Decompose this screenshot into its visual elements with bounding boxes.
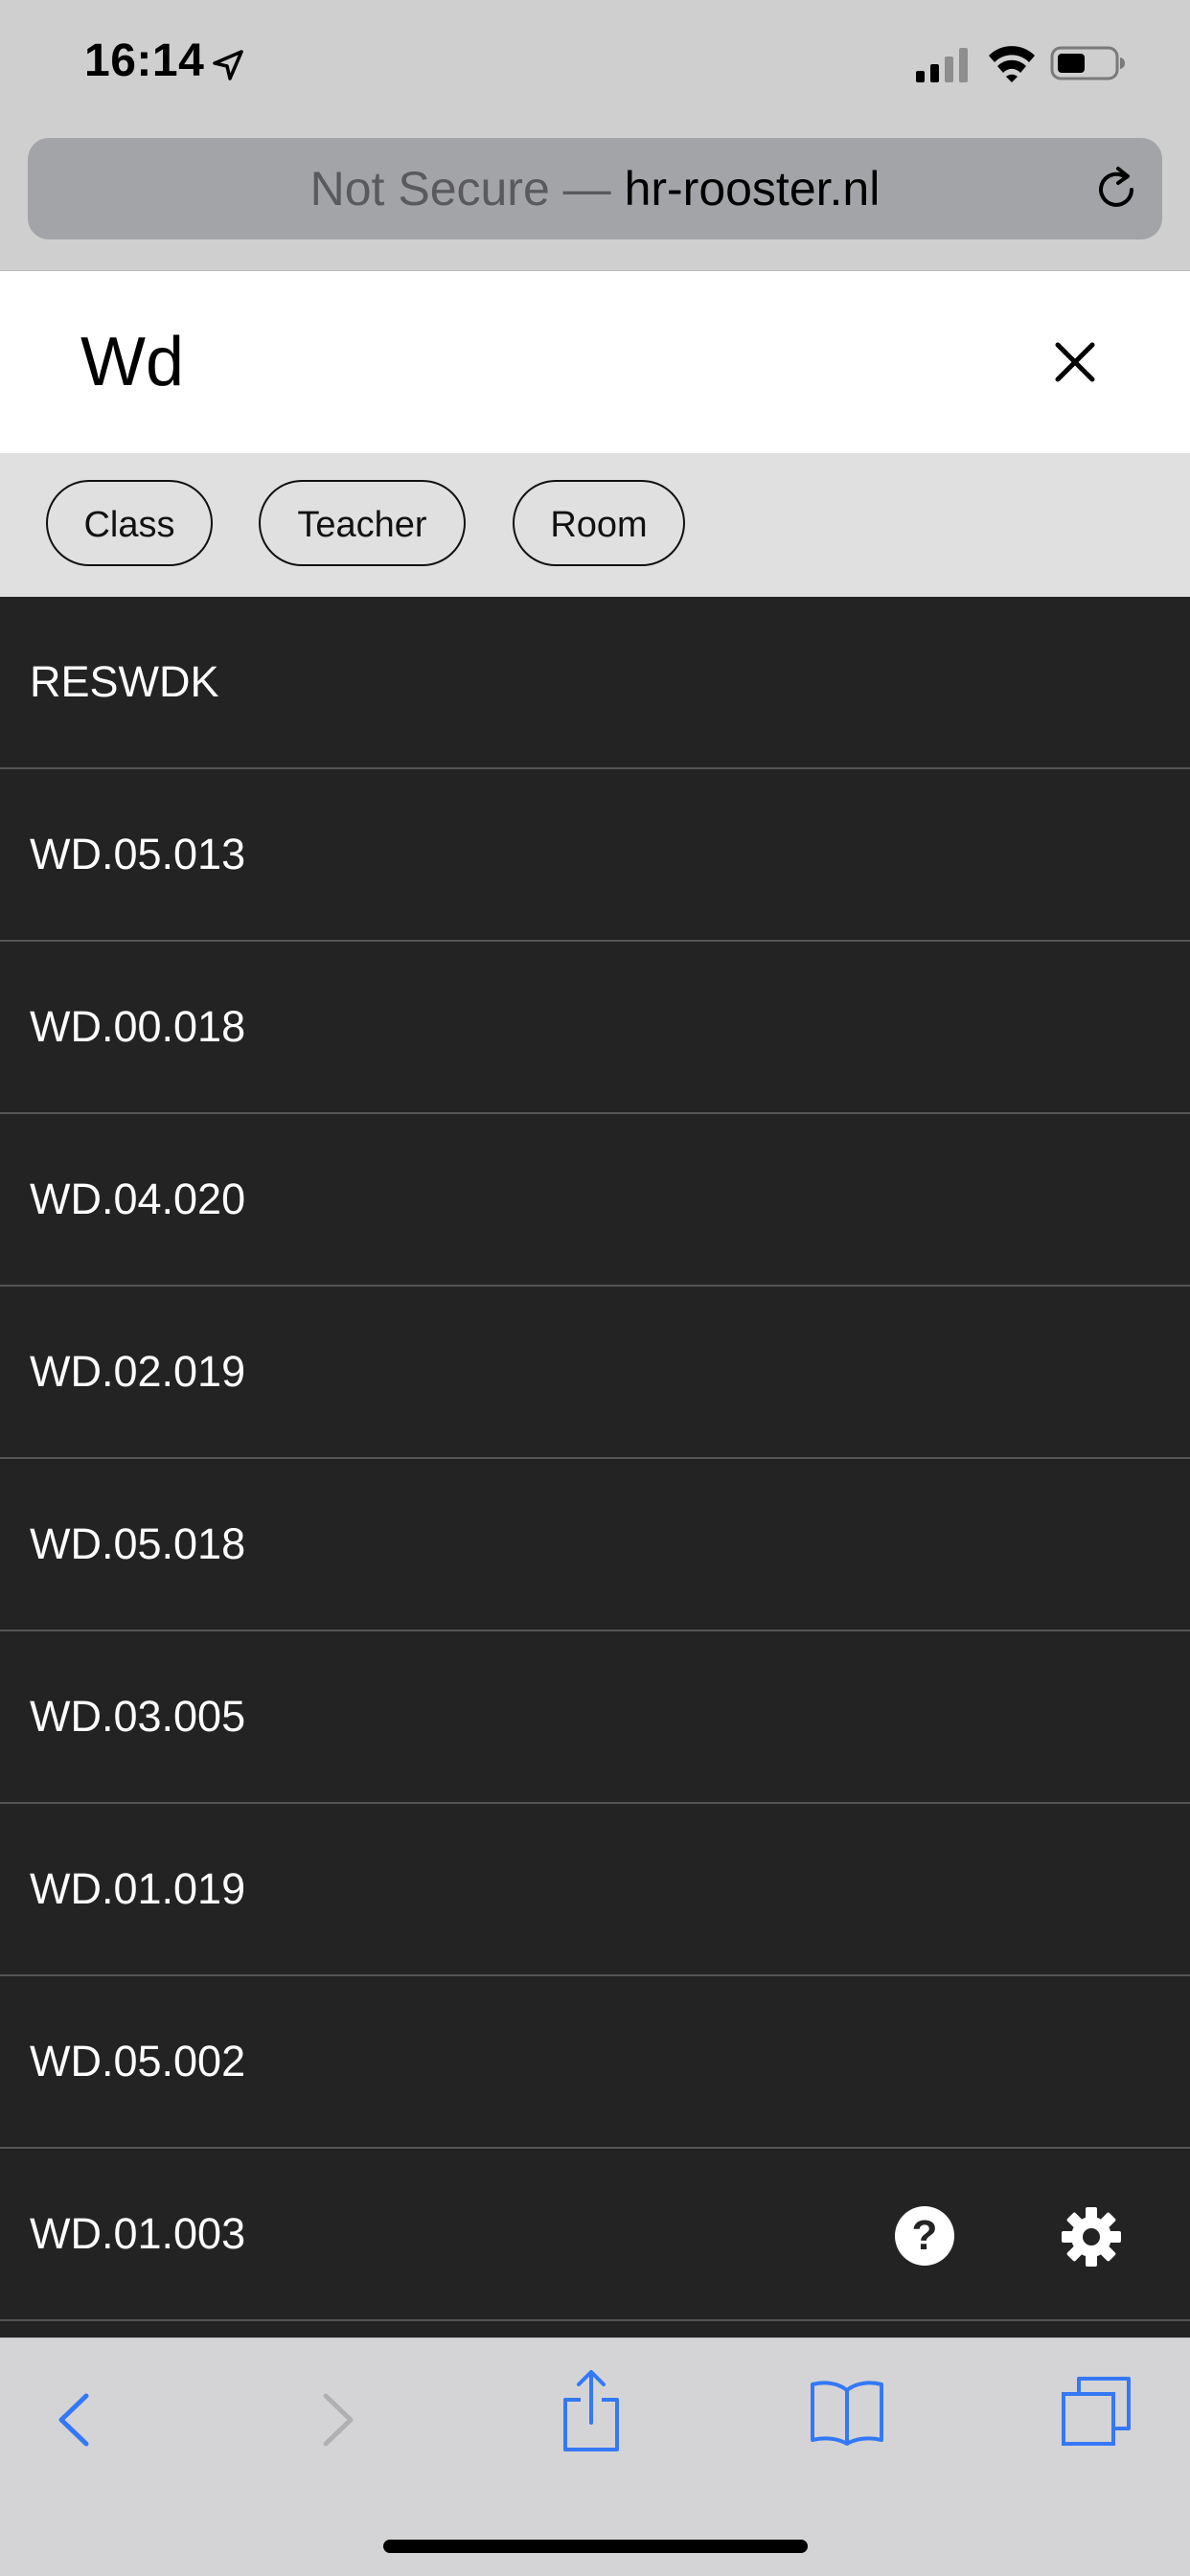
- search-input[interactable]: [80, 309, 943, 415]
- status-bar: 16:14: [0, 0, 1190, 134]
- list-item[interactable]: WD.03.005: [0, 1631, 1190, 1804]
- list-item-label: WD.05.013: [30, 830, 246, 878]
- battery-icon: [1050, 46, 1125, 80]
- list-item[interactable]: WD.05.013: [0, 769, 1190, 942]
- list-item-label: WD.00.018: [30, 1002, 246, 1051]
- list-item[interactable]: WD.00.018: [0, 942, 1190, 1114]
- address-separator: —: [549, 162, 625, 216]
- cellular-signal-icon: [916, 48, 968, 82]
- address-text[interactable]: Not Secure — hr-rooster.nl: [28, 138, 1162, 239]
- help-icon: ?: [911, 2212, 938, 2259]
- browser-toolbar: [0, 2337, 1190, 2576]
- list-item[interactable]: WD.01.003: [0, 2149, 1190, 2321]
- list-item[interactable]: WD.04.020: [0, 1114, 1190, 1287]
- results-list: RESWDK WD.05.013 WD.00.018 WD.04.020 WD.…: [0, 597, 1190, 2337]
- wifi-icon: [989, 46, 1035, 82]
- address-bar[interactable]: Not Secure — hr-rooster.nl: [28, 138, 1162, 239]
- domain-label: hr-rooster.nl: [624, 162, 881, 216]
- filter-chip-class[interactable]: Class: [46, 480, 213, 566]
- forward-icon[interactable]: [314, 2388, 360, 2451]
- gear-icon[interactable]: [1060, 2205, 1123, 2268]
- status-time: 16:14: [84, 35, 205, 86]
- location-arrow-icon: [213, 50, 243, 80]
- list-item-label: WD.05.002: [30, 2037, 246, 2086]
- home-indicator: [383, 2540, 808, 2553]
- search-header: [0, 271, 1190, 453]
- help-button[interactable]: ?: [895, 2206, 954, 2266]
- list-item[interactable]: RESWDK: [0, 597, 1190, 769]
- bookmarks-icon[interactable]: [809, 2377, 885, 2446]
- browser-address-area: Not Secure — hr-rooster.nl: [0, 134, 1190, 271]
- list-item[interactable]: WD.05.002: [0, 1976, 1190, 2149]
- list-item-label: WD.04.020: [30, 1174, 246, 1223]
- list-item-label: WD.03.005: [30, 1692, 246, 1741]
- list-item-label: WD.05.018: [30, 1519, 246, 1568]
- security-label: Not Secure: [309, 162, 550, 216]
- tabs-icon[interactable]: [1058, 2373, 1134, 2450]
- list-item-label: WD.02.019: [30, 1347, 246, 1396]
- close-icon[interactable]: [1050, 337, 1100, 387]
- list-item[interactable]: WD.01.019: [0, 1804, 1190, 1976]
- filter-bar: Class Teacher Room: [0, 453, 1190, 597]
- list-item[interactable]: WD.05.018: [0, 1459, 1190, 1631]
- back-icon[interactable]: [52, 2388, 98, 2451]
- share-icon[interactable]: [560, 2367, 623, 2453]
- list-item[interactable]: WD.02.019: [0, 1287, 1190, 1459]
- list-item-label: WD.01.003: [30, 2209, 246, 2258]
- filter-chip-teacher[interactable]: Teacher: [259, 480, 466, 566]
- list-item-label: WD.01.019: [30, 1864, 246, 1913]
- filter-chip-room[interactable]: Room: [513, 480, 685, 566]
- reload-icon[interactable]: [1091, 165, 1141, 215]
- list-item-label: RESWDK: [30, 657, 219, 706]
